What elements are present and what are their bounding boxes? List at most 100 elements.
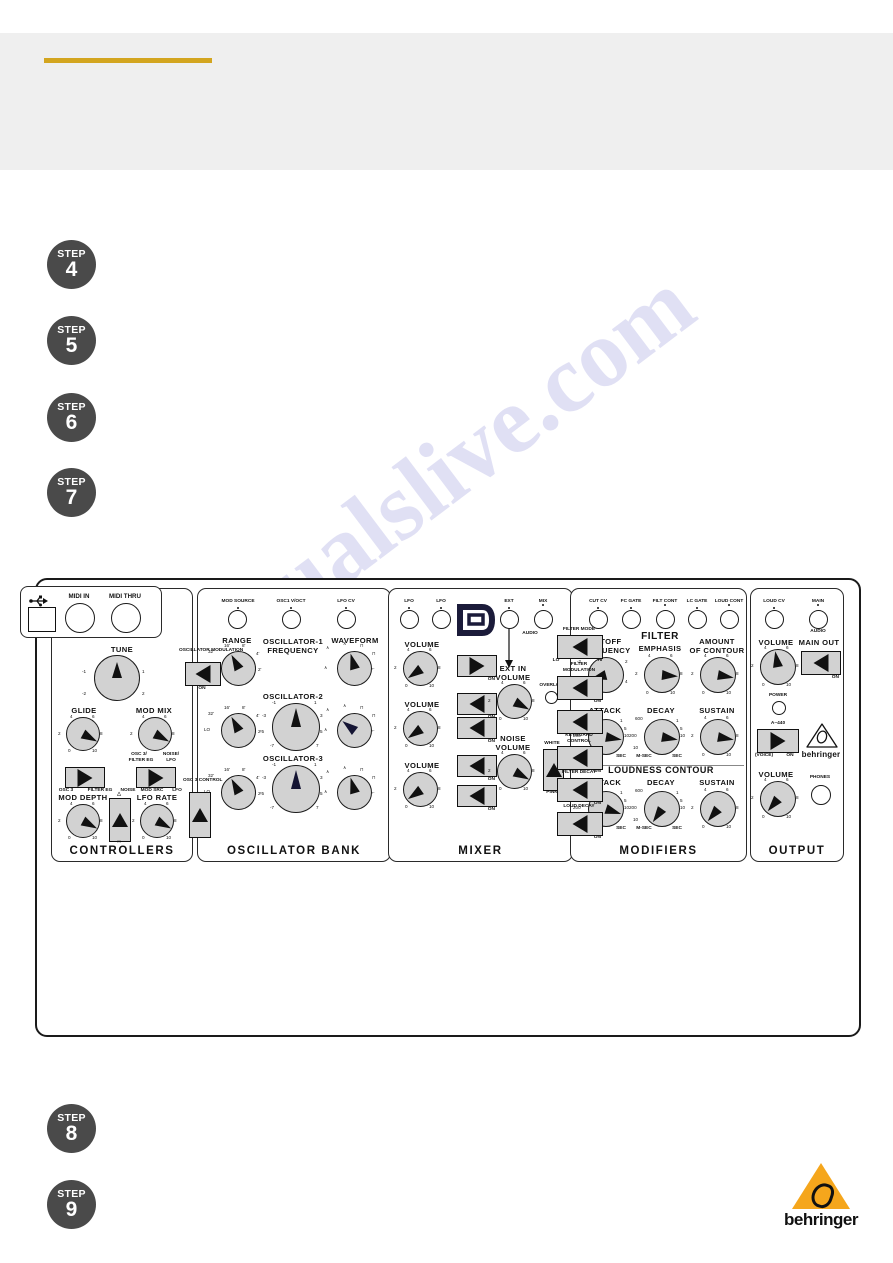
oscillator-modulation-switch[interactable] (185, 662, 221, 686)
amount-of-contour-knob[interactable] (700, 657, 736, 693)
filter-sustain-knob[interactable] (700, 719, 736, 755)
filter-sustain-label: SUSTAIN (699, 706, 735, 715)
mixer-volume-3-knob[interactable] (403, 772, 438, 807)
osc3-frequency-knob[interactable] (272, 765, 320, 813)
step-badge-7: STEP 7 (47, 468, 96, 517)
osc2-frequency-knob[interactable] (272, 703, 320, 751)
step-number: 4 (65, 258, 78, 281)
tune-knob[interactable] (94, 655, 140, 701)
section-oscillator-bank: OSCILLATOR BANK MOD SOURCE OSC1 V/OCT LF… (197, 588, 391, 862)
emphasis-label: EMPHASIS (638, 644, 682, 653)
filter-mode-switch[interactable] (557, 635, 603, 659)
modmix-right-label2: LFO (166, 758, 176, 763)
mod-mix-knob[interactable] (138, 717, 172, 751)
filter-modulation-switch[interactable] (557, 676, 603, 700)
lfo-tri-jack[interactable] (432, 610, 451, 629)
ext-in-volume-knob[interactable] (497, 684, 532, 719)
synth-front-panel: CONTROLLERS TUNE -1 1 -2 2 GLIDE 28 46 0… (35, 578, 861, 1037)
lfo-cv-jack-label: LFO CV (337, 599, 355, 604)
glide-label: GLIDE (71, 706, 97, 715)
midi-in-label: MIDI IN (68, 593, 90, 600)
filter-modulation-on-label: ON (593, 699, 601, 704)
a440-switch[interactable] (757, 729, 799, 753)
main-jack[interactable] (809, 610, 828, 629)
filt-cont-jack[interactable] (656, 610, 675, 629)
output-volume-knob[interactable] (760, 649, 796, 685)
modmix-left-label2: FILTER EG (128, 758, 154, 763)
phones-volume-label: VOLUME (758, 770, 794, 779)
fc-gate-jack[interactable] (622, 610, 641, 629)
glide-source-switch[interactable] (65, 767, 105, 788)
section-title-mixer: MIXER (458, 845, 503, 857)
osc3-waveform-knob[interactable] (337, 775, 372, 810)
lfo-tri-jack-label: LFO (436, 599, 446, 604)
mix-jack[interactable] (534, 610, 553, 629)
filter-decay-label: FILTER DECAY (561, 770, 597, 775)
ext-jack[interactable] (500, 610, 519, 629)
usb-icon (29, 595, 48, 607)
step-number: 6 (65, 411, 78, 434)
lc-gate-jack[interactable] (688, 610, 707, 629)
loud-cont-jack[interactable] (720, 610, 739, 629)
midi-thru-jack[interactable] (111, 603, 141, 633)
step-badge-4: STEP 4 (47, 240, 96, 289)
mod-depth-knob[interactable] (66, 804, 100, 838)
main-out-switch[interactable] (801, 651, 841, 675)
midi-in-jack[interactable] (65, 603, 95, 633)
osc1-waveform-knob[interactable] (337, 651, 372, 686)
main-audio-label: AUDIO (810, 629, 826, 634)
noise-volume-knob[interactable] (497, 754, 532, 789)
usb-port[interactable] (28, 607, 56, 632)
lfo-cv-jack[interactable] (337, 610, 356, 629)
mixer-volume-1-knob[interactable] (403, 651, 438, 686)
keyboard-control-switch[interactable] (557, 710, 603, 734)
step-number: 5 (65, 334, 78, 357)
oscillator-3-label: OSCILLATOR-3 (262, 754, 324, 763)
osc1-frequency-label: OSCILLATOR-1 FREQUENCY (262, 637, 324, 655)
loud-sustain-knob[interactable] (700, 791, 736, 827)
loud-decay-sec-label: SEC (672, 826, 682, 831)
loud-decay-switch[interactable] (557, 812, 603, 836)
emphasis-knob[interactable] (644, 657, 680, 693)
mixer-noise-on-switch[interactable] (457, 755, 497, 777)
power-led (772, 701, 786, 715)
lfo-wave-top-label: △ (117, 792, 121, 797)
mixer-volume-2-knob[interactable] (403, 711, 438, 746)
mixer-volume-3-label: VOLUME (404, 761, 440, 770)
osc2-range-knob[interactable] (221, 713, 256, 748)
keyboard-control-switch-2[interactable] (557, 746, 603, 770)
filter-decay-knob[interactable] (644, 719, 680, 755)
header-band (0, 33, 893, 170)
osc2-waveform-knob[interactable] (337, 713, 372, 748)
behringer-brand-name: behringer (784, 1210, 858, 1229)
mod-source-switch[interactable] (136, 767, 176, 788)
mixer-osc3-on-switch[interactable] (457, 785, 497, 807)
main-out-on-label: ON (831, 675, 839, 680)
loudness-contour-label: LOUDNESS CONTOUR (608, 765, 714, 775)
osc3-control-switch[interactable] (189, 792, 211, 838)
section-mixer: MIXER LFO LFO EXT MIX AUDIO VOLUME 28 46… (388, 588, 573, 862)
phones-jack[interactable] (811, 785, 831, 805)
mixer-ext-on-switch[interactable] (457, 693, 497, 715)
glide-knob[interactable] (66, 717, 100, 751)
lfo-waveform-switch[interactable] (109, 798, 131, 842)
loud-decay-knob[interactable] (644, 791, 680, 827)
section-title-modifiers: MODIFIERS (619, 845, 698, 857)
lfo-a-jack[interactable] (400, 610, 419, 629)
mod-source-jack[interactable] (228, 610, 247, 629)
phones-volume-knob[interactable] (760, 781, 796, 817)
mod-source-jack-label: MOD SOURCE (221, 599, 255, 604)
loud-decay-knob-label: DECAY (647, 778, 675, 787)
modmix-left-label: OSC 3/ (131, 752, 147, 757)
midi-thru-label: MIDI THRU (109, 593, 141, 600)
loud-cv-jack[interactable] (765, 610, 784, 629)
lfo-rate-knob[interactable] (140, 804, 174, 838)
lfo-a-jack-label: LFO (404, 599, 414, 604)
connectivity-jack-box: MIDI IN MIDI THRU (20, 586, 162, 638)
osc1-range-knob[interactable] (221, 651, 256, 686)
osc1-voct-jack[interactable] (282, 610, 301, 629)
osc3-range-knob[interactable] (221, 775, 256, 810)
osc-mod-on-label: ON (198, 686, 206, 691)
filter-decay-switch[interactable] (557, 778, 603, 802)
loud-decay-label: LOUD DECAY (563, 804, 595, 809)
